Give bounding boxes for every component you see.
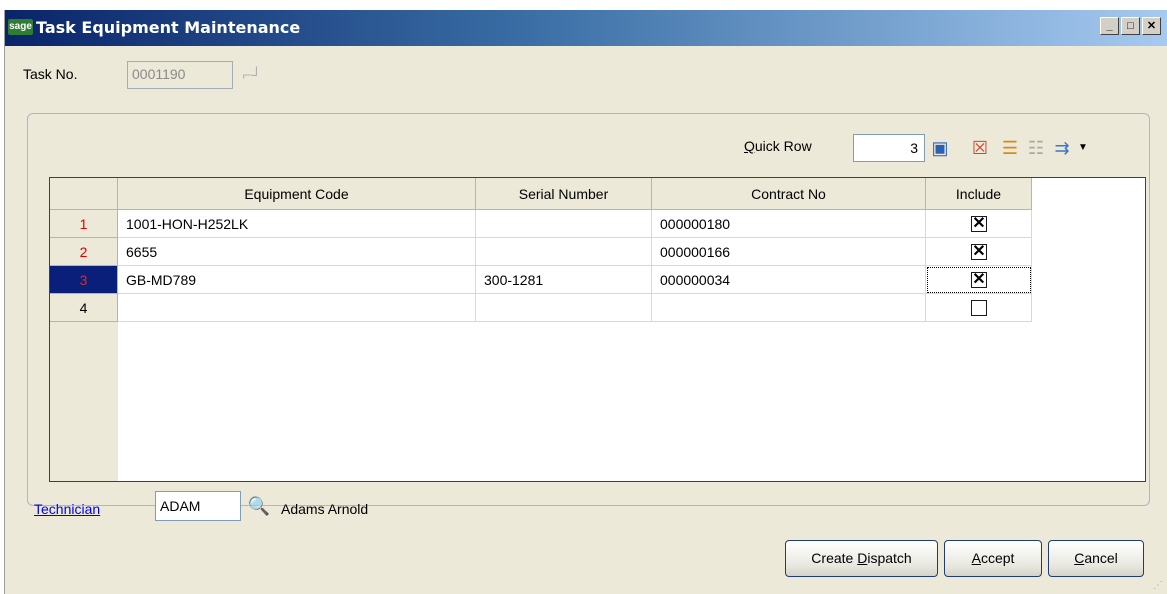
task-equipment-window: sage Task Equipment Maintenance _ □ ✕ Ta… [4,10,1167,594]
col-equipment-code[interactable]: Equipment Code [118,178,476,210]
quick-row-label: Quick Row [744,138,812,154]
cell-equipment-code[interactable]: GB-MD789 [118,266,476,294]
cell-equipment-code[interactable]: 1001-HON-H252LK [118,210,476,238]
row-number[interactable]: 4 [50,294,118,322]
technician-code-input[interactable]: ADAM [155,491,241,521]
include-checkbox[interactable]: ✕ [971,272,987,288]
include-checkbox[interactable]: ✕ [971,244,987,260]
cell-equipment-code[interactable]: 6655 [118,238,476,266]
cell-equipment-code[interactable] [118,294,476,322]
quickrow-lookup-icon[interactable]: ▣ [927,136,953,160]
maximize-icon[interactable]: □ [1121,17,1140,35]
col-include[interactable]: Include [926,178,1032,210]
title-bar[interactable]: sage Task Equipment Maintenance _ □ ✕ [5,10,1167,46]
customize-grid-icon[interactable]: ☷ [1023,136,1049,160]
magnifier-lookup-icon[interactable]: 🔍 [246,494,272,518]
window-title: Task Equipment Maintenance [36,18,301,37]
cell-serial-number[interactable] [476,210,652,238]
sage-app-icon: sage [8,19,33,35]
cell-serial-number[interactable] [476,294,652,322]
equipment-grid: Equipment Code Serial Number Contract No… [49,177,1146,482]
dropdown-arrow-icon[interactable]: ▼ [1075,136,1091,160]
cell-serial-number[interactable] [476,238,652,266]
quick-row-input[interactable]: 3 [853,134,925,162]
insert-row-icon[interactable]: ☰ [997,136,1023,160]
cancel-button[interactable]: Cancel [1048,540,1144,577]
resize-grip-icon[interactable]: ⋰ [1153,580,1165,592]
accept-button[interactable]: Accept [944,540,1042,577]
delete-row-icon[interactable]: ☒ [967,136,993,160]
cell-contract-no[interactable]: 000000034 [652,266,926,294]
include-checkbox[interactable] [971,300,987,316]
row-number[interactable]: 1 [50,210,118,238]
col-serial-number[interactable]: Serial Number [476,178,652,210]
technician-link[interactable]: Technician [34,501,100,517]
cell-contract-no[interactable]: 000000180 [652,210,926,238]
task-no-field: 0001190 [127,61,233,89]
task-lookup-icon: ⌐┘ [242,67,262,84]
cell-contract-no[interactable] [652,294,926,322]
minimize-icon[interactable]: _ [1100,17,1119,35]
corner-header [50,178,118,210]
close-icon[interactable]: ✕ [1142,17,1161,35]
create-dispatch-button[interactable]: Create Dispatch [785,540,938,577]
include-checkbox[interactable]: ✕ [971,216,987,232]
row-number-current[interactable]: 3 [50,266,118,294]
more-options-icon[interactable]: ⇉ [1049,136,1075,160]
task-no-label: Task No. [23,66,78,82]
technician-name: Adams Arnold [281,501,369,517]
cell-serial-number[interactable]: 300-1281 [476,266,652,294]
cell-contract-no[interactable]: 000000166 [652,238,926,266]
row-number[interactable]: 2 [50,238,118,266]
col-contract-no[interactable]: Contract No [652,178,926,210]
